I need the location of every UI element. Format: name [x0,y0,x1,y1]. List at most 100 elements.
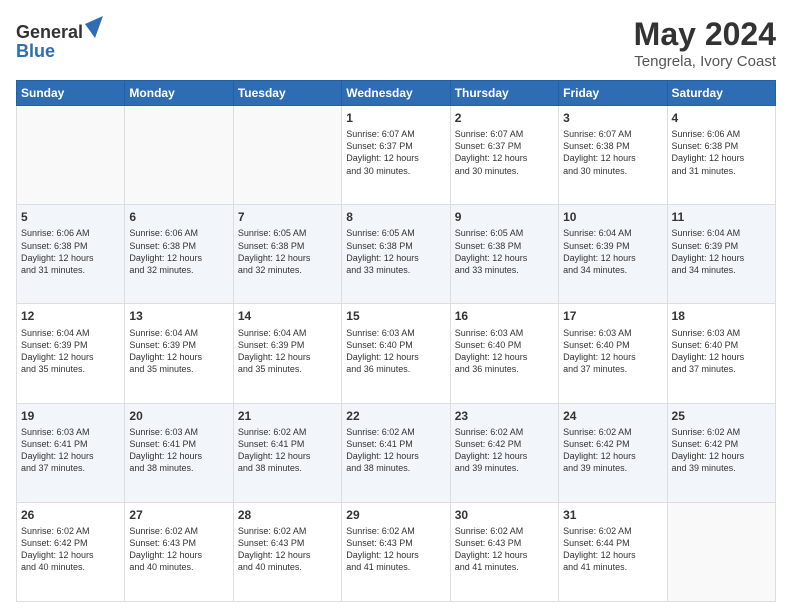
weekday-header-thursday: Thursday [450,81,558,106]
day-number: 28 [238,507,337,523]
day-number: 20 [129,408,228,424]
day-info: Sunrise: 6:02 AM Sunset: 6:42 PM Dayligh… [21,525,120,574]
calendar-cell: 11 Sunrise: 6:04 AM Sunset: 6:39 PM Dayli… [667,205,775,304]
day-info: Sunrise: 6:02 AM Sunset: 6:42 PM Dayligh… [672,426,771,475]
day-info: Sunrise: 6:04 AM Sunset: 6:39 PM Dayligh… [238,327,337,376]
weekday-header-friday: Friday [559,81,667,106]
calendar-cell: 9 Sunrise: 6:05 AM Sunset: 6:38 PM Daylig… [450,205,558,304]
weekday-header-wednesday: Wednesday [342,81,450,106]
calendar-cell: 31 Sunrise: 6:02 AM Sunset: 6:44 PM Dayli… [559,502,667,601]
day-info: Sunrise: 6:04 AM Sunset: 6:39 PM Dayligh… [563,227,662,276]
day-number: 1 [346,110,445,126]
logo-blue-text: Blue [16,41,103,62]
calendar-cell: 21 Sunrise: 6:02 AM Sunset: 6:41 PM Dayli… [233,403,341,502]
calendar-cell: 19Sunrise: 6:03 AM Sunset: 6:41 PM Dayli… [17,403,125,502]
calendar-cell: 30 Sunrise: 6:02 AM Sunset: 6:43 PM Dayli… [450,502,558,601]
day-info: Sunrise: 6:03 AM Sunset: 6:40 PM Dayligh… [563,327,662,376]
day-info: Sunrise: 6:04 AM Sunset: 6:39 PM Dayligh… [672,227,771,276]
calendar-cell: 26 Sunrise: 6:02 AM Sunset: 6:42 PM Dayli… [17,502,125,601]
day-number: 8 [346,209,445,225]
day-info: Sunrise: 6:02 AM Sunset: 6:43 PM Dayligh… [346,525,445,574]
calendar-cell: 3 Sunrise: 6:07 AM Sunset: 6:38 PM Daylig… [559,106,667,205]
weekday-header-monday: Monday [125,81,233,106]
calendar-cell: 12 Sunrise: 6:04 AM Sunset: 6:39 PM Dayli… [17,304,125,403]
logo-general: General [16,22,83,42]
day-info: Sunrise: 6:07 AM Sunset: 6:37 PM Dayligh… [455,128,554,177]
day-number: 7 [238,209,337,225]
calendar-cell [233,106,341,205]
calendar-cell [125,106,233,205]
day-number: 22 [346,408,445,424]
calendar-cell: 6Sunrise: 6:06 AM Sunset: 6:38 PM Daylig… [125,205,233,304]
day-number: 9 [455,209,554,225]
day-info: Sunrise: 6:06 AM Sunset: 6:38 PM Dayligh… [672,128,771,177]
day-number: 12 [21,308,120,324]
weekday-header-saturday: Saturday [667,81,775,106]
day-info: Sunrise: 6:02 AM Sunset: 6:41 PM Dayligh… [238,426,337,475]
day-info: Sunrise: 6:05 AM Sunset: 6:38 PM Dayligh… [346,227,445,276]
day-number: 23 [455,408,554,424]
day-info: Sunrise: 6:02 AM Sunset: 6:42 PM Dayligh… [455,426,554,475]
header: General Blue May 2024 Tengrela, Ivory Co… [16,16,776,70]
logo: General Blue [16,16,103,62]
day-number: 19 [21,408,120,424]
day-number: 5 [21,209,120,225]
calendar-cell: 7 Sunrise: 6:05 AM Sunset: 6:38 PM Daylig… [233,205,341,304]
week-row-2: 5 Sunrise: 6:06 AM Sunset: 6:38 PM Daylig… [17,205,776,304]
day-info: Sunrise: 6:02 AM Sunset: 6:43 PM Dayligh… [129,525,228,574]
day-info: Sunrise: 6:05 AM Sunset: 6:38 PM Dayligh… [455,227,554,276]
day-info: Sunrise: 6:07 AM Sunset: 6:38 PM Dayligh… [563,128,662,177]
day-number: 27 [129,507,228,523]
day-info: Sunrise: 6:06 AM Sunset: 6:38 PM Dayligh… [21,227,120,276]
day-number: 25 [672,408,771,424]
day-number: 4 [672,110,771,126]
day-info: Sunrise: 6:04 AM Sunset: 6:39 PM Dayligh… [21,327,120,376]
page: General Blue May 2024 Tengrela, Ivory Co… [0,0,792,612]
calendar-cell: 24Sunrise: 6:02 AM Sunset: 6:42 PM Dayli… [559,403,667,502]
calendar-cell: 10 Sunrise: 6:04 AM Sunset: 6:39 PM Dayli… [559,205,667,304]
weekday-header-row: SundayMondayTuesdayWednesdayThursdayFrid… [17,81,776,106]
weekday-header-tuesday: Tuesday [233,81,341,106]
calendar-cell [667,502,775,601]
day-info: Sunrise: 6:02 AM Sunset: 6:44 PM Dayligh… [563,525,662,574]
day-info: Sunrise: 6:07 AM Sunset: 6:37 PM Dayligh… [346,128,445,177]
day-number: 10 [563,209,662,225]
location: Tengrela, Ivory Coast [634,53,776,70]
day-info: Sunrise: 6:06 AM Sunset: 6:38 PM Dayligh… [129,227,228,276]
day-number: 31 [563,507,662,523]
weekday-header-sunday: Sunday [17,81,125,106]
logo-text: General Blue [16,16,103,62]
calendar-cell: 14Sunrise: 6:04 AM Sunset: 6:39 PM Dayli… [233,304,341,403]
day-number: 2 [455,110,554,126]
title-block: May 2024 Tengrela, Ivory Coast [634,16,776,70]
calendar-cell: 23 Sunrise: 6:02 AM Sunset: 6:42 PM Dayli… [450,403,558,502]
calendar-cell: 15 Sunrise: 6:03 AM Sunset: 6:40 PM Dayli… [342,304,450,403]
day-number: 30 [455,507,554,523]
calendar-cell: 25 Sunrise: 6:02 AM Sunset: 6:42 PM Dayli… [667,403,775,502]
day-info: Sunrise: 6:04 AM Sunset: 6:39 PM Dayligh… [129,327,228,376]
day-number: 21 [238,408,337,424]
day-number: 15 [346,308,445,324]
calendar-table: SundayMondayTuesdayWednesdayThursdayFrid… [16,80,776,602]
day-number: 11 [672,209,771,225]
day-info: Sunrise: 6:02 AM Sunset: 6:43 PM Dayligh… [455,525,554,574]
day-info: Sunrise: 6:03 AM Sunset: 6:40 PM Dayligh… [346,327,445,376]
day-number: 3 [563,110,662,126]
day-info: Sunrise: 6:05 AM Sunset: 6:38 PM Dayligh… [238,227,337,276]
calendar-cell: 13 Sunrise: 6:04 AM Sunset: 6:39 PM Dayli… [125,304,233,403]
day-info: Sunrise: 6:02 AM Sunset: 6:42 PM Dayligh… [563,426,662,475]
day-number: 13 [129,308,228,324]
logo-bird-icon [85,16,103,38]
calendar-cell: 2 Sunrise: 6:07 AM Sunset: 6:37 PM Daylig… [450,106,558,205]
month-year: May 2024 [634,16,776,53]
calendar-cell: 28Sunrise: 6:02 AM Sunset: 6:43 PM Dayli… [233,502,341,601]
calendar-cell: 1 Sunrise: 6:07 AM Sunset: 6:37 PM Daylig… [342,106,450,205]
calendar-cell: 18Sunrise: 6:03 AM Sunset: 6:40 PM Dayli… [667,304,775,403]
calendar-cell: 5 Sunrise: 6:06 AM Sunset: 6:38 PM Daylig… [17,205,125,304]
week-row-5: 26 Sunrise: 6:02 AM Sunset: 6:42 PM Dayli… [17,502,776,601]
day-info: Sunrise: 6:03 AM Sunset: 6:40 PM Dayligh… [455,327,554,376]
week-row-3: 12 Sunrise: 6:04 AM Sunset: 6:39 PM Dayli… [17,304,776,403]
day-info: Sunrise: 6:02 AM Sunset: 6:41 PM Dayligh… [346,426,445,475]
calendar-cell: 8 Sunrise: 6:05 AM Sunset: 6:38 PM Daylig… [342,205,450,304]
day-number: 26 [21,507,120,523]
